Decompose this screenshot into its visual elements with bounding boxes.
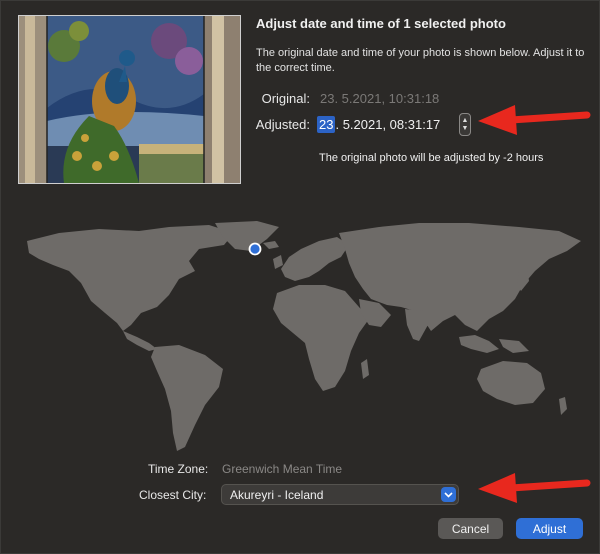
annotation-arrow-icon (478, 473, 591, 503)
original-datetime: 23. 5.2021, 10:31:18 (320, 91, 440, 106)
stepper-down-icon[interactable]: ▼ (462, 125, 469, 133)
adjust-button[interactable]: Adjust (516, 518, 583, 539)
timezone-label: Time Zone: (148, 462, 209, 476)
closest-city-select[interactable]: Akureyri - Iceland (221, 484, 459, 505)
adjusted-label: Adjusted: (255, 117, 310, 132)
closest-city-value[interactable]: Akureyri - Iceland (230, 488, 323, 502)
adjustment-note: The original photo will be adjusted by -… (319, 152, 544, 164)
adjusted-datetime-rest[interactable]: . 5.2021, 08:31:17 (335, 117, 440, 132)
location-pin-icon[interactable] (248, 242, 262, 256)
dialog-title: Adjust date and time of 1 selected photo (256, 16, 506, 31)
adjusted-day-segment[interactable]: 23 (317, 115, 336, 133)
original-label: Original: (261, 91, 310, 106)
annotation-arrow-icon (478, 105, 591, 135)
stepper-up-icon[interactable]: ▲ (462, 117, 469, 125)
date-stepper[interactable]: ▲ ▼ (459, 113, 471, 136)
world-map[interactable] (19, 219, 585, 455)
closest-city-label: Closest City: (139, 488, 207, 502)
adjust-date-time-dialog: Adjust date and time of 1 selected photo… (0, 0, 600, 554)
adjusted-datetime-field[interactable]: 23 . 5.2021, 08:31:17 (317, 114, 440, 134)
dialog-description: The original date and time of your photo… (256, 47, 585, 74)
chevron-down-icon[interactable] (441, 487, 456, 502)
cancel-button[interactable]: Cancel (438, 518, 503, 539)
photo-thumbnail (18, 15, 241, 184)
timezone-value: Greenwich Mean Time (222, 462, 343, 476)
